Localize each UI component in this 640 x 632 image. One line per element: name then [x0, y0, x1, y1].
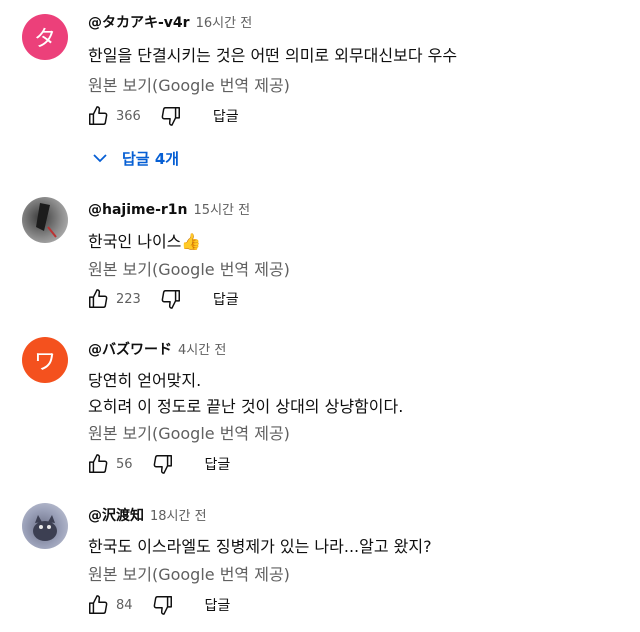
comment-header: @タカアキ-v4r 16시간 전 [88, 12, 252, 32]
translate-toggle[interactable]: 원본 보기(Google 번역 제공) [88, 420, 290, 444]
like-button[interactable] [86, 452, 110, 476]
avatar-letter: ワ [33, 350, 56, 375]
like-count: 84 [116, 597, 133, 613]
like-button[interactable] [86, 593, 110, 617]
comment-text-line-1: 한국인 나이스👍 [88, 232, 202, 251]
comment-actions: 366 답글 [86, 104, 239, 128]
like-count: 56 [116, 456, 133, 472]
like-button[interactable] [86, 104, 110, 128]
dislike-button[interactable] [159, 287, 183, 311]
comment-text-line-1: 한일을 단결시키는 것은 어떤 의미로 외무대신보다 우수 [88, 46, 458, 65]
translate-toggle[interactable]: 원본 보기(Google 번역 제공) [88, 256, 290, 280]
dislike-button[interactable] [151, 593, 175, 617]
timestamp[interactable]: 16시간 전 [196, 16, 253, 31]
comment-actions: 56 답글 [86, 452, 230, 476]
comment-header: @バズワード 4시간 전 [88, 339, 226, 359]
like-button[interactable] [86, 287, 110, 311]
avatar[interactable]: ワ [22, 337, 68, 383]
like-count: 366 [116, 108, 141, 124]
view-replies-button[interactable]: 답글 4개 [92, 146, 179, 170]
thumbs-up-outline-icon [89, 289, 108, 308]
translate-toggle[interactable]: 원본 보기(Google 번역 제공) [88, 72, 290, 96]
author-handle[interactable]: @バズワード [88, 342, 172, 358]
thumbs-up-outline-icon [89, 595, 108, 614]
chevron-down-icon [93, 154, 107, 163]
comment-text-line-2: 오히려 이 정도로 끝난 것이 상대의 상냥함이다. [88, 397, 404, 416]
author-handle[interactable]: @タカアキ-v4r [88, 15, 190, 31]
author-handle[interactable]: @沢渡知 [88, 508, 144, 524]
avatar-letter: タ [33, 27, 56, 52]
like-count: 223 [116, 291, 141, 307]
reply-button[interactable]: 답글 [213, 289, 239, 309]
dislike-button[interactable] [159, 104, 183, 128]
timestamp[interactable]: 18시간 전 [150, 509, 207, 524]
thumbs-down-outline-icon [161, 107, 180, 126]
view-replies-label: 답글 4개 [122, 149, 180, 168]
reply-button[interactable]: 답글 [213, 106, 239, 126]
avatar-image [36, 203, 57, 238]
timestamp[interactable]: 15시간 전 [194, 203, 251, 218]
comment-header: @沢渡知 18시간 전 [88, 505, 207, 525]
thumbs-down-outline-icon [161, 290, 180, 309]
avatar[interactable] [22, 503, 68, 549]
translate-toggle[interactable]: 원본 보기(Google 번역 제공) [88, 561, 290, 585]
thumbs-up-outline-icon [89, 106, 108, 125]
comment-actions: 84 답글 [86, 593, 230, 617]
timestamp[interactable]: 4시간 전 [178, 343, 226, 358]
comment-actions: 223 답글 [86, 287, 239, 311]
dislike-button[interactable] [151, 452, 175, 476]
avatar[interactable]: タ [22, 14, 68, 60]
author-handle[interactable]: @hajime-r1n [88, 202, 188, 218]
comment-text-line-1: 당연히 얻어맞지. [88, 371, 202, 390]
avatar[interactable] [22, 197, 68, 243]
thumbs-down-outline-icon [153, 596, 172, 615]
comment-header: @hajime-r1n 15시간 전 [88, 199, 250, 218]
reply-button[interactable]: 답글 [205, 595, 231, 615]
reply-button[interactable]: 답글 [205, 454, 231, 474]
avatar-image [33, 515, 57, 541]
thumbs-down-outline-icon [153, 455, 172, 474]
thumbs-up-outline-icon [89, 454, 108, 473]
comment-text-line-1: 한국도 이스라엘도 징병제가 있는 나라...알고 왔지? [88, 537, 432, 556]
